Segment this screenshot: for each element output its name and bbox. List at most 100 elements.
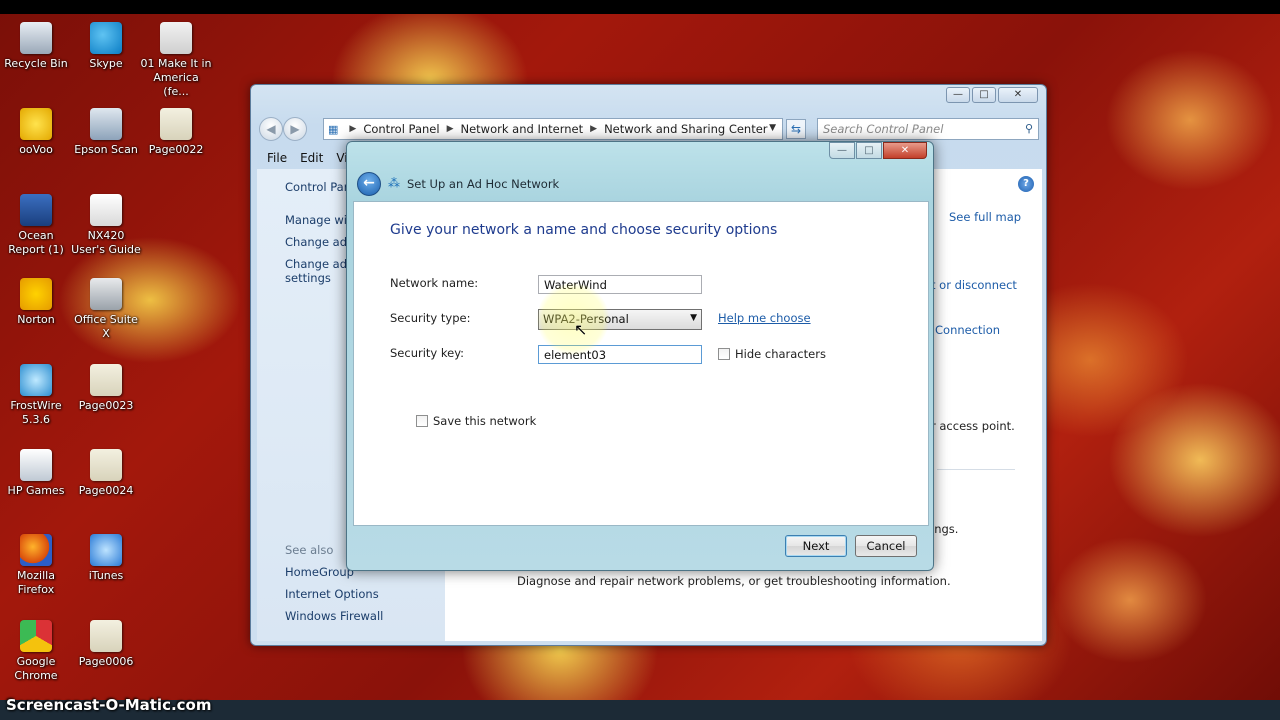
close-button[interactable]: ✕ (883, 142, 927, 159)
desktop-icon-hp-games[interactable]: HP Games (0, 449, 72, 498)
help-icon[interactable]: ? (1018, 176, 1034, 192)
access-point-text: r access point. (931, 419, 1015, 433)
desktop-icon-oovoo[interactable]: ooVoo (0, 108, 72, 157)
dialog-title: Set Up an Ad Hoc Network (407, 177, 560, 191)
security-type-label: Security type: (390, 311, 471, 325)
security-key-field[interactable] (538, 345, 702, 364)
dialog-footer: Next Cancel (353, 527, 929, 567)
close-button[interactable]: ✕ (998, 87, 1038, 103)
image-file-icon (90, 449, 122, 481)
maximize-button[interactable]: □ (972, 87, 996, 103)
forward-icon[interactable]: ▶ (283, 117, 307, 141)
internet-options-link[interactable]: Internet Options (285, 587, 379, 601)
save-network-checkbox[interactable]: Save this network (416, 414, 536, 428)
desktop-icon-norton[interactable]: Norton (0, 278, 72, 327)
breadcrumb-separator: ▶ (349, 124, 357, 134)
dialog-window-controls: — □ ✕ (829, 142, 927, 159)
hide-characters-checkbox[interactable]: Hide characters (718, 347, 826, 361)
desktop-icon-make-it-in-america[interactable]: 01 Make It in America (fe... (140, 22, 212, 99)
minimize-button[interactable]: — (829, 142, 855, 159)
breadcrumb-control-panel[interactable]: Control Panel (363, 122, 439, 136)
back-arrow-icon[interactable]: ← (357, 172, 381, 196)
shortcut-icon (20, 194, 52, 226)
desktop-icon-label: Page0023 (78, 399, 134, 412)
change-advanced-link-line2[interactable]: settings (285, 271, 331, 285)
search-input[interactable]: Search Control Panel ⚲ (817, 118, 1039, 140)
checkbox-box[interactable] (718, 348, 730, 360)
desktop-icon-office-suite[interactable]: Office Suite X (70, 278, 142, 341)
image-file-icon (90, 620, 122, 652)
address-bar[interactable]: ▦ ▶ Control Panel ▶ Network and Internet… (323, 118, 783, 140)
breadcrumb-network-internet[interactable]: Network and Internet (461, 122, 584, 136)
desktop-icon-label: Epson Scan (74, 143, 138, 156)
oovoo-icon (20, 108, 52, 140)
norton-icon (20, 278, 52, 310)
homegroup-link[interactable]: HomeGroup (285, 565, 354, 579)
maximize-button[interactable]: □ (856, 142, 882, 159)
hide-characters-label: Hide characters (735, 347, 826, 361)
breadcrumb-separator: ▶ (590, 124, 598, 134)
top-letterbox (0, 0, 1280, 14)
minimize-button[interactable]: — (946, 87, 970, 103)
settings-fragment-text: ings. (931, 522, 959, 536)
desktop-icon-label: FrostWire 5.3.6 (10, 399, 62, 426)
desktop-icon-skype[interactable]: Skype (70, 22, 142, 71)
skype-icon (90, 22, 122, 54)
media-file-icon (160, 22, 192, 54)
breadcrumb-network-sharing-center[interactable]: Network and Sharing Center (604, 122, 767, 136)
chevron-down-icon: ▼ (690, 313, 697, 323)
desktop-icon-label: Ocean Report (1) (8, 229, 64, 256)
image-file-icon (160, 108, 192, 140)
desktop-icon-label: Office Suite X (74, 313, 138, 340)
document-icon (90, 194, 122, 226)
checkbox-box[interactable] (416, 415, 428, 427)
security-type-select[interactable]: WPA2-Personal ▼ (538, 309, 702, 330)
desktop-icon-chrome[interactable]: Google Chrome (0, 620, 72, 683)
desktop-icon-nx420-guide[interactable]: NX420 User's Guide (70, 194, 142, 257)
cancel-button[interactable]: Cancel (855, 535, 917, 557)
itunes-icon (90, 534, 122, 566)
desktop-icon-firefox[interactable]: Mozilla Firefox (0, 534, 72, 597)
desktop-icon-label: Google Chrome (14, 655, 58, 682)
desktop-icon-recycle-bin[interactable]: Recycle Bin (0, 22, 72, 71)
office-icon (90, 278, 122, 310)
menu-file[interactable]: File (267, 151, 287, 165)
chrome-icon (20, 620, 52, 652)
desktop-icon-page0024[interactable]: Page0024 (70, 449, 142, 498)
refresh-icon[interactable]: ⇆ (786, 119, 806, 139)
desktop-icon-itunes[interactable]: iTunes (70, 534, 142, 583)
chevron-down-icon[interactable]: ▼ (769, 123, 776, 133)
help-me-choose-link[interactable]: Help me choose (718, 311, 811, 325)
watermark: Screencast-O-Matic.com (6, 696, 212, 714)
desktop-icon-label: 01 Make It in America (fe... (140, 57, 212, 98)
windows-firewall-link[interactable]: Windows Firewall (285, 609, 383, 623)
firefox-icon (20, 534, 52, 566)
desktop-icon-label: HP Games (7, 484, 65, 497)
desktop-icon-label: Page0006 (78, 655, 134, 668)
see-also-heading: See also (285, 543, 334, 557)
dialog-heading: Give your network a name and choose secu… (390, 222, 778, 238)
next-button[interactable]: Next (785, 535, 847, 557)
desktop-icon-label: Norton (17, 313, 55, 326)
search-icon[interactable]: ⚲ (1025, 122, 1033, 135)
desktop-icon-frostwire[interactable]: FrostWire 5.3.6 (0, 364, 72, 427)
menu-edit[interactable]: Edit (300, 151, 323, 165)
security-key-label: Security key: (390, 346, 465, 360)
breadcrumb-separator: ▶ (446, 124, 454, 134)
desktop-icon-label: Mozilla Firefox (17, 569, 55, 596)
desktop-icon-page0023[interactable]: Page0023 (70, 364, 142, 413)
mouse-pointer-icon: ↖ (574, 320, 588, 339)
see-full-map-link[interactable]: See full map (949, 210, 1021, 224)
desktop-icon-page0022[interactable]: Page0022 (140, 108, 212, 157)
connect-disconnect-link[interactable]: t or disconnect (931, 278, 1017, 292)
hp-games-icon (20, 449, 52, 481)
desktop-icon-label: NX420 User's Guide (71, 229, 141, 256)
back-icon[interactable]: ◀ (259, 117, 283, 141)
connection-link[interactable]: Connection (935, 323, 1000, 337)
divider (937, 469, 1015, 470)
desktop-icon-ocean-report[interactable]: Ocean Report (1) (0, 194, 72, 257)
desktop-icon-page0006[interactable]: Page0006 (70, 620, 142, 669)
navigation-buttons: ◀ ▶ (259, 117, 307, 141)
network-name-field[interactable] (538, 275, 702, 294)
desktop-icon-epson-scan[interactable]: Epson Scan (70, 108, 142, 157)
